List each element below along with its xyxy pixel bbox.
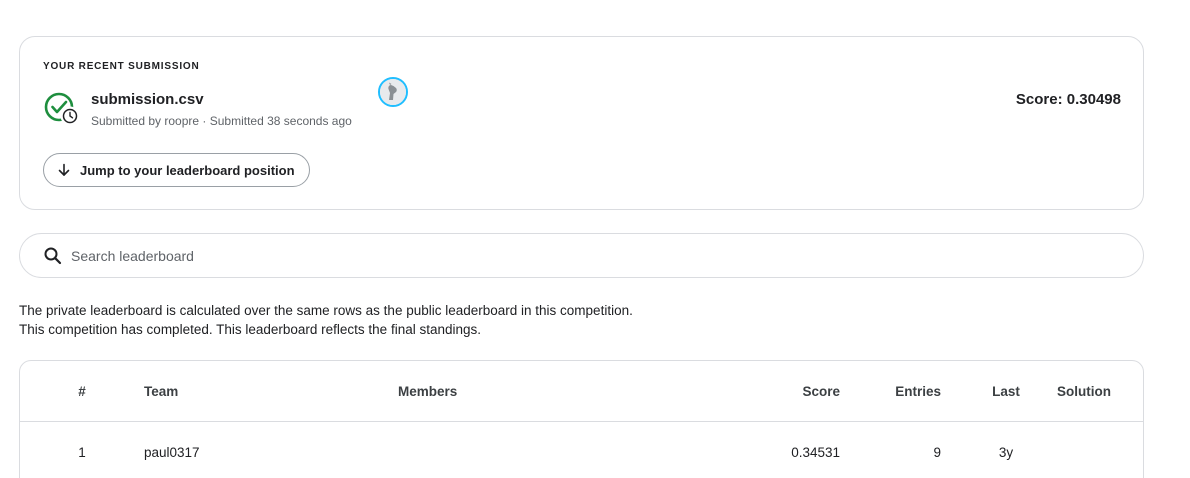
row-rank: 1	[78, 445, 86, 460]
avatar-image	[380, 79, 406, 105]
recent-submission-card: YOUR RECENT SUBMISSION submission.csv Su…	[19, 36, 1144, 210]
row-entries: 9	[933, 445, 941, 460]
jump-button-label: Jump to your leaderboard position	[80, 162, 295, 178]
arrow-down-icon	[58, 163, 70, 176]
leaderboard-info: The private leaderboard is calculated ov…	[19, 301, 633, 339]
leaderboard-search	[19, 233, 1144, 278]
submission-score: Score: 0.30498	[1015, 91, 1121, 108]
table-row[interactable]: 1 paul0317 0.34531 9 3y	[20, 422, 1143, 478]
search-input[interactable]	[71, 244, 1111, 268]
info-competition-completed: This competition has completed. This lea…	[19, 322, 481, 337]
row-last: 3y	[998, 445, 1014, 460]
column-members-header: Members	[398, 384, 458, 399]
check-clock-icon	[44, 92, 80, 126]
recent-submission-heading: YOUR RECENT SUBMISSION	[43, 61, 200, 72]
info-private-leaderboard: The private leaderboard is calculated ov…	[19, 303, 633, 318]
submission-meta: Submitted by roopre · Submitted 38 secon…	[91, 114, 352, 128]
submission-file-name[interactable]: submission.csv	[91, 91, 204, 108]
column-solution-header: Solution	[1057, 384, 1111, 399]
column-entries-header[interactable]: Entries	[880, 361, 941, 422]
member-avatar[interactable]	[378, 77, 408, 107]
jump-to-leaderboard-position-button[interactable]: Jump to your leaderboard position	[43, 153, 310, 187]
row-team-name[interactable]: paul0317	[144, 422, 200, 478]
leaderboard-table: # Team Members Score Entries Last Soluti…	[19, 360, 1144, 478]
column-score-header[interactable]: Score	[760, 361, 840, 422]
table-header-row: # Team Members Score Entries Last Soluti…	[20, 361, 1143, 422]
row-score: 0.34531	[791, 445, 840, 460]
search-icon	[44, 247, 62, 265]
column-last-header[interactable]: Last	[986, 361, 1026, 422]
column-team-header[interactable]: Team	[144, 361, 178, 422]
column-rank-header[interactable]: #	[68, 361, 96, 422]
